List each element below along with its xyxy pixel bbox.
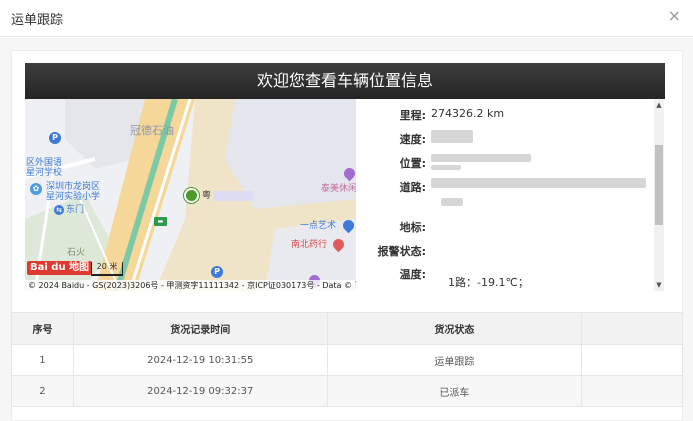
vehicle-info-panel: 里程: 274326.2 km 速度: 位置: 道路: 地标: 报警状态: 温度… — [356, 99, 654, 291]
map-label-school1: 区外国语 — [26, 158, 63, 168]
waybill-tracking-dialog: 运单跟踪 × 欢迎您查看车辆位置信息 冠德石油 P 区外国语 星河学校 ✿ 深圳… — [0, 0, 693, 421]
cell-index: 2 — [11, 375, 74, 407]
speed-blur-mask — [431, 130, 473, 143]
cell-time: 2024-12-19 09:32:37 — [72, 375, 328, 407]
dialog-header: 运单跟踪 × — [0, 0, 693, 37]
dialog-title: 运单跟踪 — [11, 13, 64, 28]
close-icon[interactable]: × — [668, 8, 681, 24]
temperature-value: 1路：-19.1℃； — [448, 276, 529, 289]
info-scrollbar[interactable]: ▲ ▼ — [654, 99, 664, 291]
vehicle-location-marker[interactable] — [184, 188, 199, 203]
map-label-school2: 星河学校 — [26, 168, 63, 178]
map-label-art: 一点艺术 — [300, 221, 337, 231]
scroll-down-icon[interactable]: ▼ — [655, 281, 663, 289]
map-label-pharmacy: 南北药行 — [291, 240, 328, 250]
map-label-east-gate: 东门 — [66, 205, 85, 215]
cell-time: 2024-12-19 10:31:55 — [72, 344, 328, 376]
col-header-index: 序号 — [11, 312, 74, 345]
cell-status: 已派车 — [326, 375, 583, 407]
cell-status: 运单跟踪 — [326, 344, 583, 376]
table-header-row: 序号 货况记录时间 货况状态 — [11, 312, 683, 345]
parking-icon-2: P — [211, 266, 223, 278]
scroll-up-icon[interactable]: ▲ — [655, 101, 663, 109]
mileage-value: 274326.2 km — [431, 107, 505, 120]
map-scale: 20 米 — [91, 262, 123, 276]
temperature-label: 温度: — [399, 268, 426, 281]
bus-stop-icon: ▬ — [154, 217, 167, 226]
location-blur-mask-2 — [431, 165, 461, 170]
road-blur-mask-2 — [441, 198, 463, 206]
cargo-status-table: 序号 货况记录时间 货况状态 1 2024-12-19 10:31:55 运单跟… — [11, 312, 683, 407]
mileage-label: 里程: — [399, 109, 426, 122]
table-row: 2 2024-12-19 09:32:37 已派车 — [11, 375, 683, 407]
alarm-label: 报警状态: — [377, 245, 426, 258]
road-blur-mask — [431, 178, 646, 188]
parking-icon: P — [49, 132, 61, 144]
road-label: 道路: — [399, 181, 426, 194]
map-label-stone: 石火 — [67, 248, 86, 258]
landmark-label: 地标: — [399, 221, 426, 234]
map-copyright: © 2024 Baidu - GS(2023)3206号 - 甲测资字11111… — [25, 280, 356, 291]
gate-icon: ⇆ — [54, 205, 64, 215]
col-header-status: 货况状态 — [326, 312, 583, 345]
map-label-shop1: 泰美休闲 — [321, 184, 356, 194]
speed-label: 速度: — [399, 133, 426, 146]
cell-extra — [581, 375, 683, 407]
table-row: 1 2024-12-19 10:31:55 运单跟踪 — [11, 344, 683, 376]
vehicle-plate-label: 粤 — [202, 188, 254, 201]
location-label: 位置: — [399, 157, 426, 170]
scroll-thumb[interactable] — [655, 145, 663, 225]
location-blur-mask — [431, 154, 531, 162]
baidu-logo: Bai du 地图 — [27, 261, 93, 275]
map-label-district: 深圳市龙岗区 — [46, 182, 101, 192]
map-label-oil: 冠德石油 — [130, 124, 174, 137]
plate-blur-mask — [213, 190, 254, 201]
map-label-school3: 星河实验小学 — [46, 192, 101, 202]
vehicle-info-banner: 欢迎您查看车辆位置信息 — [25, 63, 665, 99]
col-header-time: 货况记录时间 — [72, 312, 328, 345]
school-icon: ✿ — [30, 183, 42, 195]
cell-index: 1 — [11, 344, 74, 376]
map-view[interactable]: 冠德石油 P 区外国语 星河学校 ✿ 深圳市龙岗区 星河实验小学 ⇆ 东门 石火… — [25, 99, 356, 291]
col-header-extra — [581, 312, 683, 345]
cell-extra — [581, 344, 683, 376]
